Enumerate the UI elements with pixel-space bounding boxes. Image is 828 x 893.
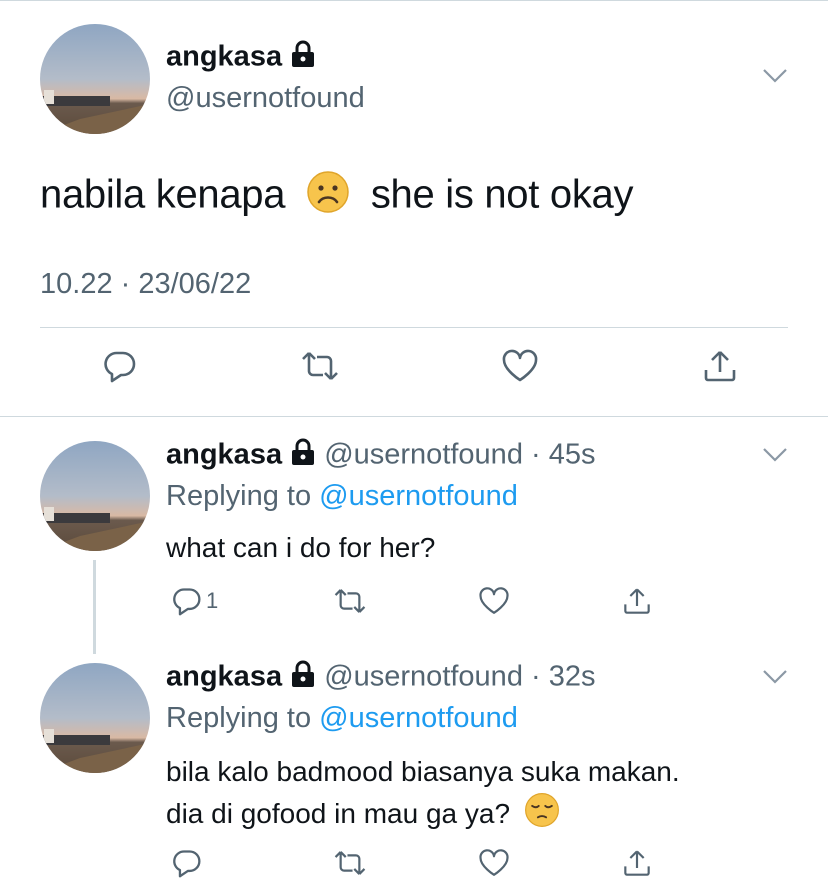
heart-icon (479, 849, 509, 876)
reply-text-line: bila kalo badmood biasanya suka makan. (166, 756, 680, 787)
reply-count: 1 (206, 588, 219, 613)
replying-label: Replying to (166, 480, 312, 512)
thread-line (93, 560, 96, 654)
mention-link[interactable]: @usernotfound (319, 480, 518, 512)
chevron-down-icon[interactable] (762, 68, 788, 89)
chevron-down-icon[interactable] (762, 447, 788, 468)
reply-button[interactable] (172, 848, 242, 878)
retweet-icon (335, 589, 366, 613)
reply-button[interactable] (80, 349, 160, 383)
reply-icon (173, 588, 201, 616)
share-icon (624, 588, 650, 614)
tweet-text-part1: nabila kenapa (40, 172, 286, 217)
reply-text: what can i do for her? (166, 528, 435, 568)
reply-text-line: what can i do for her? (166, 532, 436, 563)
reply-icon (173, 850, 201, 878)
share-icon (624, 850, 650, 876)
dot-separator: · (522, 438, 549, 471)
author-handle[interactable]: @usernotfound (166, 82, 365, 115)
reply-actions: 1 (172, 586, 672, 616)
reply-button[interactable]: 1 (172, 586, 242, 616)
avatar[interactable] (40, 441, 150, 551)
reply-icon (104, 351, 136, 383)
heart-icon (502, 349, 538, 382)
retweet-icon (335, 851, 366, 875)
retweet-button[interactable] (280, 349, 360, 383)
author-name[interactable]: angkasa (166, 661, 282, 693)
tweet-text-part2: she is not okay (370, 172, 634, 217)
author-name[interactable]: angkasa (166, 439, 282, 471)
retweet-button[interactable] (315, 848, 385, 878)
frowning-face-icon (306, 170, 350, 224)
reply-header: angkasa @usernotfound · 45s (166, 438, 596, 474)
author-handle[interactable]: @usernotfound (324, 439, 523, 471)
tweet-text: nabila kenapa she is not okay (40, 170, 633, 224)
author-handle[interactable]: @usernotfound (324, 661, 523, 693)
tweet-age[interactable]: 45s (549, 439, 596, 471)
like-button[interactable] (480, 349, 560, 383)
retweet-button[interactable] (315, 586, 385, 616)
retweet-icon (302, 352, 338, 380)
replying-to: Replying to @usernotfound (166, 702, 518, 735)
main-actions (80, 348, 760, 384)
top-divider (0, 0, 828, 1)
dot-separator: · (522, 660, 549, 693)
like-button[interactable] (459, 586, 529, 616)
replying-label: Replying to (166, 702, 312, 734)
section-divider (0, 416, 828, 417)
avatar[interactable] (40, 663, 150, 773)
reply-text-line2: dia di gofood in mau ga ya? (166, 797, 511, 829)
reply-text-line: dia di gofood in mau ga ya? (166, 792, 680, 839)
chevron-down-icon[interactable] (762, 669, 788, 690)
mention-link[interactable]: @usernotfound (319, 702, 518, 734)
share-icon (704, 351, 736, 382)
like-button[interactable] (459, 848, 529, 878)
lock-icon (290, 438, 316, 474)
author-name-text: angkasa (166, 40, 283, 73)
reply-header: angkasa @usernotfound · 32s (166, 660, 596, 696)
share-button[interactable] (602, 848, 672, 878)
lock-icon (290, 660, 316, 696)
lock-icon (290, 40, 316, 76)
heart-icon (479, 587, 509, 614)
divider (40, 327, 788, 328)
reply-text: bila kalo badmood biasanya suka makan. d… (166, 752, 680, 839)
pensive-face-icon (524, 792, 560, 839)
tweet-timestamp[interactable]: 10.22 · 23/06/22 (40, 268, 251, 301)
tweet-age[interactable]: 32s (549, 661, 596, 693)
reply-actions (172, 848, 672, 878)
replying-to: Replying to @usernotfound (166, 480, 518, 513)
avatar[interactable] (40, 24, 150, 134)
author-name[interactable]: angkasa (166, 40, 316, 76)
share-button[interactable] (602, 586, 672, 616)
share-button[interactable] (680, 348, 760, 384)
